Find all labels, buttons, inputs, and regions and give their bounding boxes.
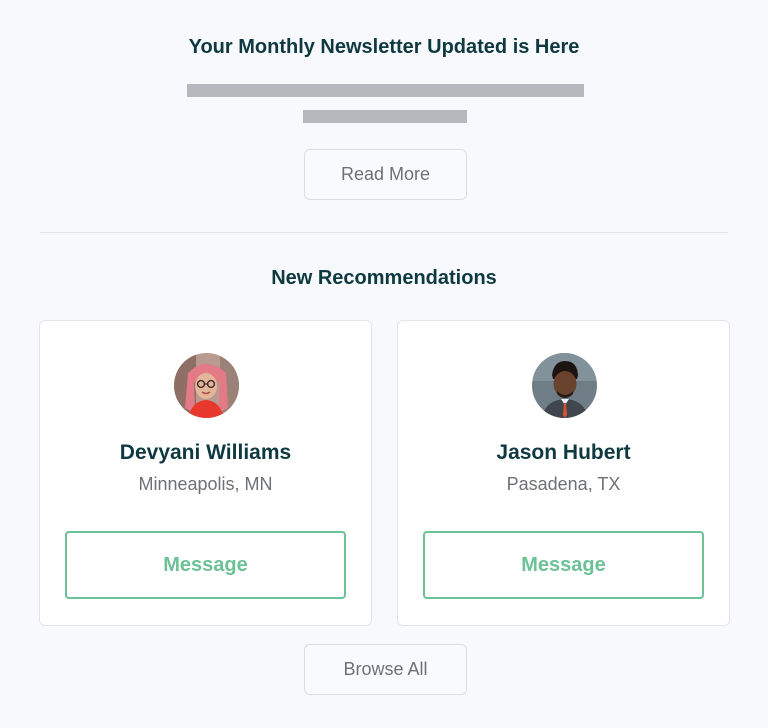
avatar[interactable]	[173, 353, 239, 418]
text-placeholder-line	[187, 84, 584, 97]
message-button[interactable]: Message	[423, 531, 704, 599]
recommendation-card: Jason Hubert Pasadena, TX Message	[397, 320, 730, 626]
newsletter-title: Your Monthly Newsletter Updated is Here	[188, 36, 580, 58]
message-button[interactable]: Message	[65, 531, 346, 599]
person-location: Minneapolis, MN	[138, 474, 273, 494]
recommendations-title: New Recommendations	[271, 267, 497, 289]
avatar[interactable]	[531, 353, 597, 418]
text-placeholder-line	[303, 110, 467, 123]
person-location: Pasadena, TX	[506, 474, 621, 494]
person-name: Jason Hubert	[496, 441, 631, 464]
browse-all-button[interactable]: Browse All	[304, 644, 467, 695]
person-name: Devyani Williams	[119, 441, 292, 464]
read-more-button[interactable]: Read More	[304, 149, 467, 200]
recommendation-card: Devyani Williams Minneapolis, MN Message	[39, 320, 372, 626]
section-divider	[40, 232, 728, 233]
